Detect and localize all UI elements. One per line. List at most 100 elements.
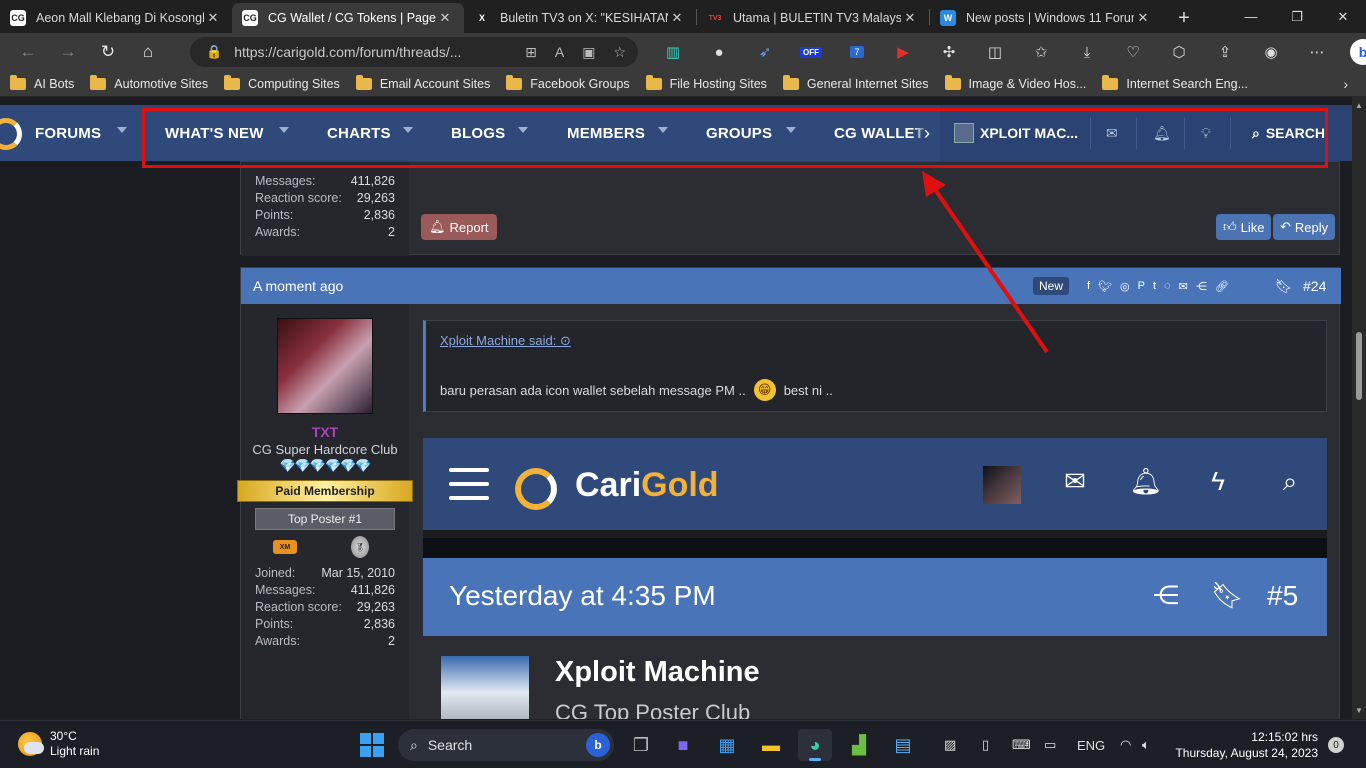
split-screen-icon[interactable]: ◫ — [972, 33, 1018, 71]
nav-cg-wallet[interactable]: CG WALLET — [834, 105, 924, 161]
nav-forums[interactable]: FORUMS — [35, 105, 101, 161]
more-menu-icon[interactable]: ⋯ — [1294, 33, 1340, 71]
favorite-star-icon[interactable]: ☆ — [613, 44, 626, 61]
post-time[interactable]: A moment ago — [253, 278, 343, 294]
forward-arrow-icon[interactable]: → — [48, 37, 88, 67]
account-username[interactable]: XPLOIT MAC... — [980, 105, 1078, 161]
tab-buletin-tv3[interactable]: TV3 Utama | BULETIN TV3 Malaysia ✕ — [697, 3, 929, 33]
envelope-icon[interactable]: ✉ — [1106, 105, 1118, 161]
bookmark-folder-facebook[interactable]: Facebook Groups — [506, 74, 630, 91]
user-avatar[interactable] — [277, 318, 373, 414]
reader-extension-icon[interactable]: ▥ — [650, 33, 696, 71]
nav-scroll-right-icon[interactable]: › — [912, 105, 942, 161]
reply-button[interactable]: ↶ Reply — [1273, 214, 1336, 240]
lightbulb-icon[interactable]: 💡︎ — [1201, 105, 1211, 161]
task-view-icon[interactable]: ❐ — [624, 729, 658, 761]
downloads-icon[interactable]: ⤓ — [1064, 33, 1110, 71]
tab-aeon[interactable]: CG Aeon Mall Klebang Di Kosongk ✕ — [0, 3, 232, 33]
whatsapp-icon[interactable]: ◌ — [1164, 280, 1171, 292]
minimize-icon[interactable]: — — [1228, 0, 1274, 33]
embedded-screenshot[interactable]: CariGold ✉ 🔔︎ ϟ ⌕ Yesterday at 4:35 PM ⋲… — [423, 438, 1327, 719]
counter-extension-icon[interactable]: 7 — [834, 33, 880, 71]
chevron-down-icon[interactable] — [279, 127, 289, 133]
share-icon[interactable]: ⋲ — [1196, 280, 1207, 293]
usb-icon[interactable]: ▯ — [982, 721, 989, 768]
chevron-down-icon[interactable] — [403, 127, 413, 133]
ball-extension-icon[interactable]: ● — [696, 33, 742, 71]
bing-chat-icon[interactable]: b — [1340, 33, 1366, 71]
read-aloud-icon[interactable]: A — [555, 44, 564, 61]
favorites-icon[interactable]: ✩ — [1018, 33, 1064, 71]
quote-author-link[interactable]: Xploit Machine said: ⊙ — [440, 333, 571, 349]
award-medal-icon[interactable]: 🏅︎ — [351, 536, 369, 558]
copilot-icon[interactable]: ⬡ — [1156, 33, 1202, 71]
weather-widget[interactable]: 30°C Light rain — [18, 729, 99, 759]
new-tab-button[interactable]: + — [1168, 3, 1200, 33]
award-xm-icon[interactable]: XM — [273, 540, 297, 554]
extensions-puzzle-icon[interactable]: ✣ — [926, 33, 972, 71]
tray-app-icon[interactable]: ▨ — [944, 721, 956, 768]
bookmark-folder-ai-bots[interactable]: AI Bots — [10, 74, 74, 91]
nav-charts[interactable]: CHARTS — [327, 105, 391, 161]
reddit-icon[interactable]: ◎ — [1120, 280, 1130, 293]
chevron-down-icon[interactable] — [518, 127, 528, 133]
url-bar[interactable]: 🔒 https://carigold.com/forum/threads/...… — [190, 37, 638, 67]
facebook-icon[interactable]: f — [1087, 280, 1090, 292]
edge-browser-icon[interactable]: ◕ — [798, 729, 832, 761]
teams-chat-icon[interactable]: ■ — [666, 729, 700, 761]
nav-blogs[interactable]: BLOGS — [451, 105, 505, 161]
language-indicator[interactable]: ENG — [1077, 721, 1105, 768]
keyboard-icon[interactable]: ⌨ — [1012, 721, 1031, 768]
youtube-extension-icon[interactable]: ▶ — [880, 33, 926, 71]
tab-cg-wallet[interactable]: CG CG Wallet / CG Tokens | Page 3 ✕ — [232, 3, 464, 33]
bookmark-icon[interactable]: 🔖︎ — [1275, 268, 1293, 304]
report-button[interactable]: 🔔︎ Report — [421, 214, 497, 240]
bookmark-folder-automotive[interactable]: Automotive Sites — [90, 74, 208, 91]
close-icon[interactable]: ✕ — [436, 10, 454, 26]
performance-icon[interactable]: ♡ — [1110, 33, 1156, 71]
tab-buletin-x[interactable]: X Buletin TV3 on X: "KESIHATAN ✕ — [464, 3, 696, 33]
volume-icon[interactable]: 🔈︎ — [1142, 721, 1150, 768]
close-icon[interactable]: ✕ — [204, 10, 222, 26]
close-icon[interactable]: ✕ — [668, 10, 686, 26]
chevron-down-icon[interactable] — [786, 127, 796, 133]
taskbar-search[interactable]: ⌕ Search b — [398, 729, 614, 761]
back-arrow-icon[interactable]: ← — [8, 37, 48, 67]
profile-avatar-icon[interactable]: ◉ — [1248, 33, 1294, 71]
system-clock[interactable]: 12:15:02 hrs Thursday, August 24, 2023 — [1175, 729, 1318, 761]
like-button[interactable]: 👍︎ Like — [1216, 214, 1272, 240]
store-icon[interactable]: ▦ — [710, 729, 744, 761]
bookmark-folder-computing[interactable]: Computing Sites — [224, 74, 340, 91]
chevron-right-icon[interactable]: › — [1343, 76, 1348, 92]
wifi-icon[interactable]: ◠ — [1120, 721, 1131, 768]
close-icon[interactable]: ✕ — [901, 10, 919, 26]
share-icon[interactable]: ⇪ — [1202, 33, 1248, 71]
restore-icon[interactable]: ❐ — [1274, 0, 1320, 33]
home-icon[interactable]: ⌂ — [128, 37, 168, 67]
link-icon[interactable]: 🔗︎ — [1215, 280, 1229, 293]
apps-icon[interactable]: ⊞ — [525, 44, 537, 61]
tab-windows11-forum[interactable]: W New posts | Windows 11 Forum ✕ — [930, 3, 1162, 33]
user-avatar[interactable] — [954, 123, 974, 143]
chevron-down-icon[interactable] — [117, 127, 127, 133]
file-explorer-icon[interactable]: ▬ — [754, 729, 788, 761]
chart-app-icon[interactable]: ▟ — [842, 729, 876, 761]
bookmark-folder-internet-search[interactable]: Internet Search Eng... — [1102, 74, 1248, 91]
tumblr-icon[interactable]: t — [1153, 280, 1156, 292]
nav-members[interactable]: MEMBERS — [567, 105, 645, 161]
lock-icon[interactable]: 🔒 — [206, 44, 222, 60]
scroll-down-icon[interactable]: ▼ — [1355, 706, 1363, 715]
email-icon[interactable]: ✉ — [1179, 280, 1188, 293]
bookmark-folder-general-internet[interactable]: General Internet Sites — [782, 74, 929, 91]
nav-whats-new[interactable]: WHAT'S NEW — [165, 105, 264, 161]
nav-groups[interactable]: GROUPS — [706, 105, 772, 161]
scroll-thumb[interactable] — [1356, 332, 1362, 400]
notepad-icon[interactable]: ▤ — [886, 729, 920, 761]
close-window-icon[interactable]: ✕ — [1320, 0, 1366, 33]
display-icon[interactable]: ▭ — [1044, 721, 1056, 768]
carigold-logo-icon[interactable] — [0, 118, 22, 150]
bookmark-folder-file-hosting[interactable]: File Hosting Sites — [645, 74, 767, 91]
twitter-icon[interactable]: 🐦︎ — [1098, 280, 1112, 293]
page-scrollbar[interactable]: ▲ ▼ — [1352, 97, 1366, 719]
off-extension-icon[interactable]: OFF — [788, 33, 834, 71]
